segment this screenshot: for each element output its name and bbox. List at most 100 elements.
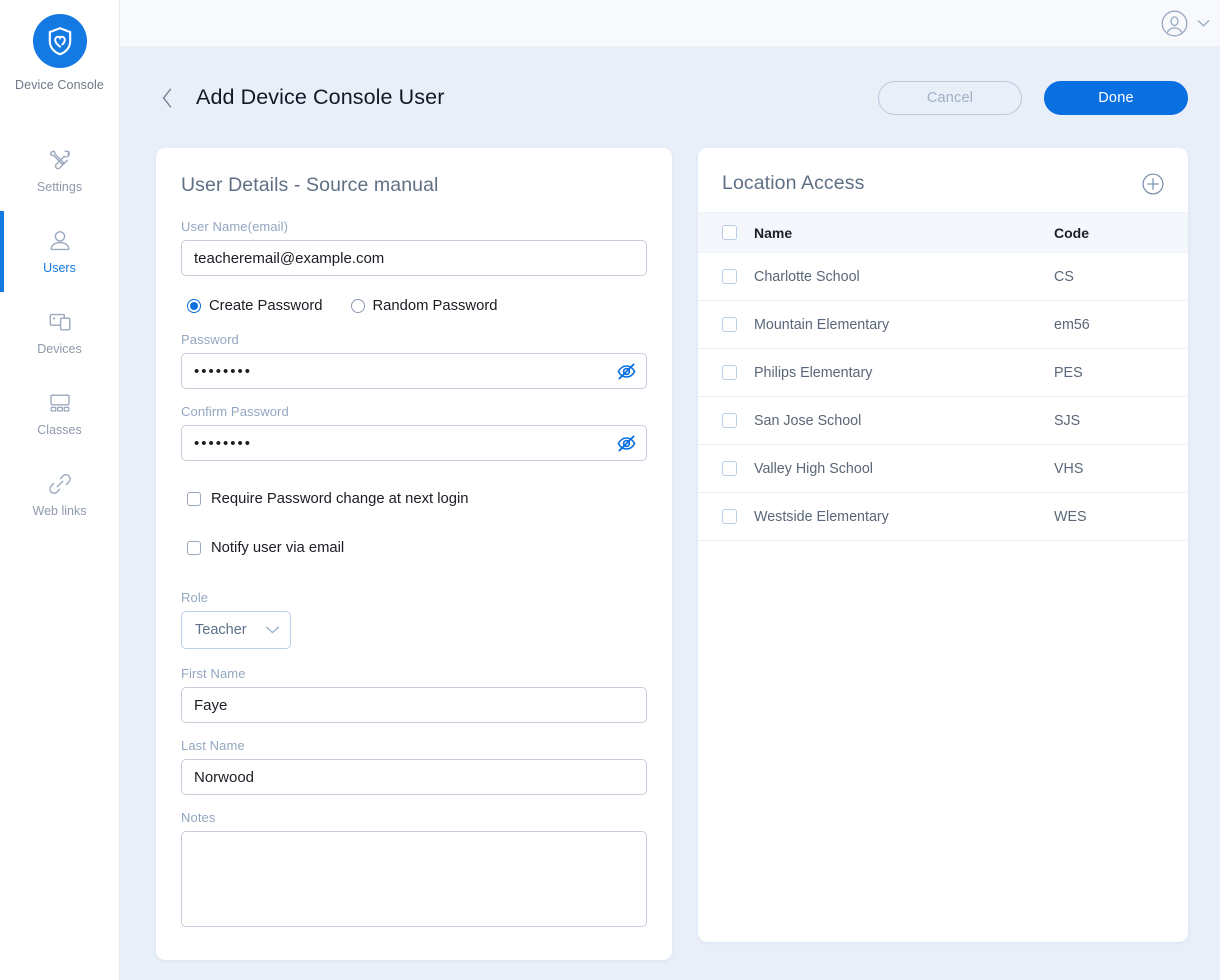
- notes-field-group: Notes: [181, 810, 647, 932]
- location-access-card: Location Access Name Code Charlotte Scho…: [698, 148, 1188, 942]
- eye-off-icon: [617, 363, 636, 379]
- row-checkbox-cell: [698, 300, 754, 349]
- select-all-checkbox[interactable]: [722, 225, 737, 240]
- radio-random-password[interactable]: Random Password: [350, 298, 498, 314]
- sidebar-item-users[interactable]: Users: [0, 211, 119, 292]
- table-row[interactable]: Philips Elementary PES: [698, 348, 1188, 397]
- content-area: Add Device Console User Cancel Done User…: [120, 47, 1220, 980]
- notes-textarea[interactable]: [181, 831, 647, 927]
- sidebar-item-settings[interactable]: Settings: [0, 130, 119, 211]
- add-location-button[interactable]: [1142, 172, 1164, 195]
- radio-label: Random Password: [372, 298, 498, 314]
- username-label: User Name(email): [181, 219, 289, 234]
- role-field-group: Role Teacher: [181, 590, 647, 649]
- username-field-group: User Name(email): [181, 219, 647, 276]
- row-code: VHS: [1054, 444, 1188, 493]
- last-name-label: Last Name: [181, 738, 245, 753]
- row-checkbox[interactable]: [722, 365, 737, 380]
- role-label: Role: [181, 590, 209, 605]
- notify-user-checkbox-row[interactable]: Notify user via email: [187, 540, 647, 556]
- classroom-icon: [49, 394, 70, 412]
- user-details-title: User Details - Source manual: [181, 174, 439, 196]
- password-field-group: Password: [181, 332, 647, 389]
- page-actions: Cancel Done: [878, 80, 1188, 115]
- confirm-password-input[interactable]: [181, 425, 647, 461]
- user-details-card: User Details - Source manual User Name(e…: [156, 148, 672, 960]
- eye-off-icon: [617, 435, 636, 451]
- sidebar-item-label: Settings: [36, 180, 83, 194]
- row-name: Mountain Elementary: [754, 300, 1054, 349]
- confirm-password-label: Confirm Password: [181, 404, 289, 419]
- shield-heart-icon: [48, 27, 71, 56]
- sidebar-item-label: Users: [43, 261, 76, 275]
- table-head: Name Code: [698, 212, 1188, 253]
- table-header-row: Name Code: [698, 212, 1188, 253]
- row-code: WES: [1054, 492, 1188, 541]
- page-header: Add Device Console User Cancel Done: [156, 47, 1188, 148]
- row-code: PES: [1054, 348, 1188, 397]
- sidebar-item-label: Devices: [37, 342, 82, 356]
- last-name-input[interactable]: [181, 759, 647, 795]
- role-selected-value: Teacher: [195, 622, 247, 638]
- select-all-header-cell: [698, 212, 754, 253]
- chevron-left-icon: [162, 87, 171, 108]
- chevron-down-icon: [1197, 19, 1210, 27]
- sidebar-item-devices[interactable]: Devices: [0, 292, 119, 373]
- row-checkbox[interactable]: [722, 461, 737, 476]
- tools-icon: [49, 150, 70, 170]
- row-checkbox[interactable]: [722, 269, 737, 284]
- column-header-code: Code: [1054, 212, 1188, 253]
- topbar: [120, 0, 1220, 47]
- row-checkbox[interactable]: [722, 317, 737, 332]
- brand[interactable]: Device Console: [0, 14, 119, 92]
- row-name: Valley High School: [754, 444, 1054, 493]
- table-row[interactable]: Charlotte School CS: [698, 252, 1188, 301]
- user-menu-button[interactable]: [1161, 10, 1210, 37]
- username-input[interactable]: [181, 240, 647, 276]
- password-input[interactable]: [181, 353, 647, 389]
- row-name: Westside Elementary: [754, 492, 1054, 541]
- column-header-name: Name: [754, 212, 1054, 253]
- table-row[interactable]: Westside Elementary WES: [698, 492, 1188, 541]
- brand-logo: [32, 14, 87, 68]
- password-visibility-toggle[interactable]: [616, 353, 637, 389]
- radio-create-password[interactable]: Create Password: [187, 298, 323, 314]
- plus-circle-icon: [1142, 172, 1164, 195]
- first-name-label: First Name: [181, 666, 246, 681]
- row-checkbox-cell: [698, 396, 754, 445]
- devices-icon: [49, 313, 70, 331]
- first-name-field-group: First Name: [181, 666, 647, 723]
- checkbox-label: Require Password change at next login: [211, 491, 469, 507]
- role-select[interactable]: Teacher: [181, 611, 291, 649]
- row-checkbox[interactable]: [722, 509, 737, 524]
- location-access-table: Name Code Charlotte School CS Mountain E…: [698, 212, 1188, 541]
- cancel-button[interactable]: Cancel: [878, 80, 1022, 115]
- user-avatar-icon: [1161, 10, 1188, 36]
- row-code: em56: [1054, 300, 1188, 349]
- row-checkbox[interactable]: [722, 413, 737, 428]
- page-title: Add Device Console User: [196, 85, 445, 109]
- checkbox-label: Notify user via email: [211, 540, 345, 556]
- first-name-input[interactable]: [181, 687, 647, 723]
- radio-label: Create Password: [209, 298, 323, 314]
- sidebar-item-classes[interactable]: Classes: [0, 373, 119, 454]
- back-button[interactable]: [156, 83, 178, 113]
- row-checkbox-cell: [698, 252, 754, 301]
- location-access-title: Location Access: [722, 172, 865, 194]
- panels: User Details - Source manual User Name(e…: [156, 148, 1188, 960]
- confirm-password-field-group: Confirm Password: [181, 404, 647, 461]
- row-checkbox-cell: [698, 492, 754, 541]
- sidebar-item-web-links[interactable]: Web links: [0, 454, 119, 535]
- table-row[interactable]: Mountain Elementary em56: [698, 300, 1188, 349]
- notes-label: Notes: [181, 810, 216, 825]
- require-password-change-checkbox-row[interactable]: Require Password change at next login: [187, 491, 647, 507]
- sidebar-item-label: Classes: [37, 423, 82, 437]
- checkbox-empty-icon: [187, 492, 201, 506]
- confirm-password-visibility-toggle[interactable]: [616, 425, 637, 461]
- table-row[interactable]: San Jose School SJS: [698, 396, 1188, 445]
- table-row[interactable]: Valley High School VHS: [698, 444, 1188, 493]
- row-name: San Jose School: [754, 396, 1054, 445]
- chevron-down-icon: [265, 626, 280, 634]
- done-button[interactable]: Done: [1044, 80, 1188, 115]
- row-checkbox-cell: [698, 348, 754, 397]
